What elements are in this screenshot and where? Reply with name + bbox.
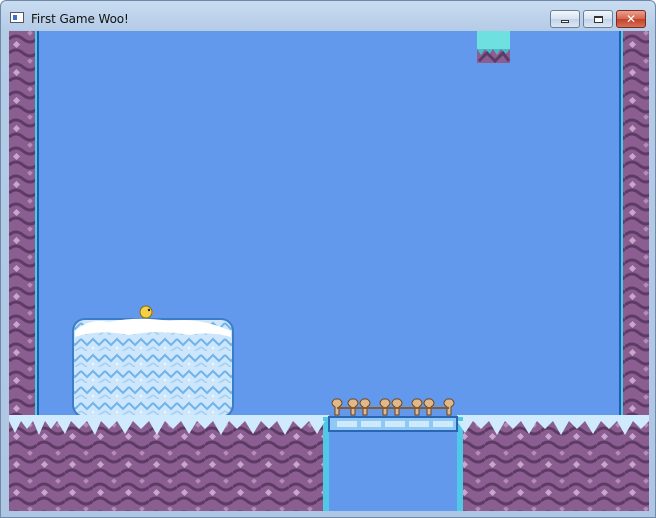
title-bar[interactable]: First Game Woo! ✕ bbox=[1, 1, 655, 31]
spike-row bbox=[331, 398, 455, 416]
snow-ice-block bbox=[72, 318, 234, 418]
left-ground bbox=[9, 415, 329, 511]
right-ground bbox=[457, 415, 649, 511]
game-scene bbox=[9, 31, 649, 511]
close-button[interactable]: ✕ bbox=[616, 10, 646, 28]
player-chick[interactable] bbox=[139, 305, 155, 319]
close-icon: ✕ bbox=[625, 12, 637, 26]
minimize-button[interactable] bbox=[550, 10, 580, 28]
maximize-icon bbox=[584, 11, 612, 27]
ceiling-ice-block bbox=[477, 31, 511, 64]
left-rock-wall bbox=[9, 31, 39, 417]
game-window: First Game Woo! ✕ bbox=[0, 0, 656, 518]
game-viewport[interactable] bbox=[9, 31, 649, 511]
minimize-icon bbox=[551, 11, 579, 27]
app-icon[interactable] bbox=[10, 12, 24, 23]
ice-bridge bbox=[328, 416, 458, 432]
window-title: First Game Woo! bbox=[31, 12, 129, 26]
right-rock-wall bbox=[619, 31, 649, 417]
maximize-button[interactable] bbox=[583, 10, 613, 28]
